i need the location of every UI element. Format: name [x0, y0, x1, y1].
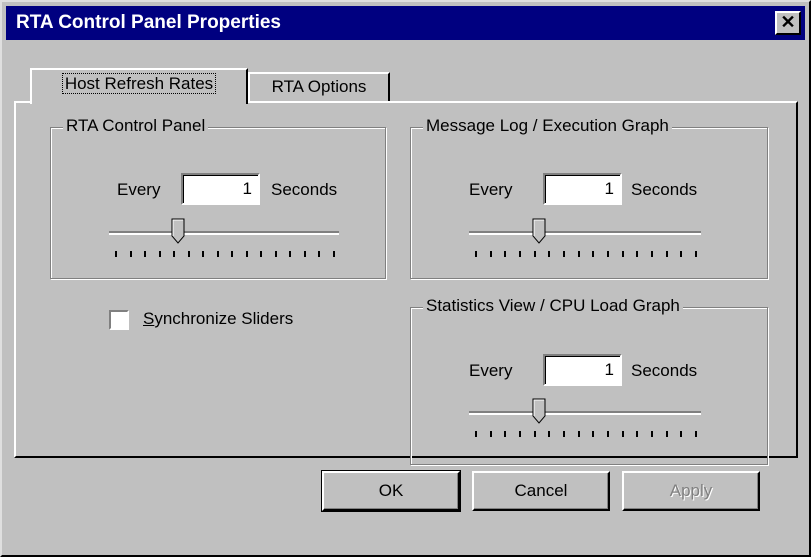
slider-track — [469, 231, 701, 235]
slider-tick — [504, 431, 506, 437]
message-log-slider-thumb[interactable] — [532, 218, 546, 244]
cancel-button[interactable]: Cancel — [472, 471, 610, 511]
every-label: Every — [117, 180, 161, 199]
slider-tick — [695, 431, 697, 437]
slider-tick — [548, 251, 550, 257]
slider-tick — [607, 431, 609, 437]
group-label: RTA Control Panel — [63, 116, 209, 136]
slider-track — [469, 411, 701, 415]
tab-rta-options[interactable]: RTA Options — [248, 72, 390, 101]
slider-tick — [304, 251, 306, 257]
message-log-group: Message Log / Execution Graph Every 1 Se… — [410, 116, 768, 279]
button-label: OK — [378, 481, 404, 500]
slider-tick — [651, 251, 653, 257]
statistics-view-group: Statistics View / CPU Load Graph Every 1… — [410, 296, 768, 465]
slider-tick — [231, 251, 233, 257]
synchronize-sliders-label[interactable]: Synchronize Sliders — [143, 309, 293, 329]
slider-tick — [159, 251, 161, 257]
statistics-view-seconds-input[interactable]: 1 — [543, 354, 622, 386]
tab-host-refresh-rates[interactable]: Host Refresh Rates — [30, 68, 248, 104]
slider-tick — [115, 251, 117, 257]
synchronize-sliders-checkbox[interactable] — [109, 310, 129, 330]
slider-tick — [490, 251, 492, 257]
seconds-label: Seconds — [631, 180, 698, 199]
slider-tick — [666, 431, 668, 437]
window-title: RTA Control Panel Properties — [16, 12, 281, 33]
slider-tick — [260, 251, 262, 257]
slider-tick — [534, 431, 536, 437]
slider-tick — [519, 251, 521, 257]
properties-dialog: RTA Control Panel Properties ✕ Host Refr… — [0, 0, 811, 557]
apply-button[interactable]: Apply — [622, 471, 760, 511]
tab-label: Host Refresh Rates — [61, 73, 217, 94]
every-label: Every — [469, 180, 513, 199]
slider-tick — [563, 431, 565, 437]
title-bar[interactable]: RTA Control Panel Properties ✕ — [6, 6, 805, 40]
ok-button[interactable]: OK — [321, 470, 461, 512]
slider-tick — [475, 431, 477, 437]
group-label: Message Log / Execution Graph — [423, 116, 672, 136]
slider-tick — [289, 251, 291, 257]
slider-tick — [144, 251, 146, 257]
slider-tick — [475, 251, 477, 257]
slider-tick — [318, 251, 320, 257]
message-log-seconds-input[interactable]: 1 — [543, 173, 622, 205]
slider-tick — [202, 251, 204, 257]
group-label: Statistics View / CPU Load Graph — [423, 296, 683, 316]
slider-tick — [592, 251, 594, 257]
label-text: ynchronize Sliders — [154, 309, 294, 328]
slider-tick — [666, 251, 668, 257]
slider-tick — [695, 251, 697, 257]
slider-tick — [548, 431, 550, 437]
slider-tick — [651, 431, 653, 437]
slider-tick — [246, 251, 248, 257]
slider-tick — [490, 431, 492, 437]
slider-tick — [173, 251, 175, 257]
slider-tick — [680, 251, 682, 257]
slider-tick — [607, 251, 609, 257]
slider-tick — [592, 431, 594, 437]
rta-control-panel-seconds-input[interactable]: 1 — [181, 173, 260, 205]
slider-tick — [636, 251, 638, 257]
slider-tick — [636, 431, 638, 437]
every-label: Every — [469, 361, 513, 380]
slider-tick — [504, 251, 506, 257]
slider-tick — [578, 431, 580, 437]
slider-tick — [130, 251, 132, 257]
rta-control-panel-group: RTA Control Panel Every 1 Seconds — [50, 116, 386, 279]
seconds-label: Seconds — [631, 361, 698, 380]
slider-track — [109, 231, 339, 235]
slider-tick — [333, 251, 335, 257]
close-icon: ✕ — [780, 12, 796, 32]
slider-tick — [188, 251, 190, 257]
button-label: Cancel — [514, 481, 568, 500]
rta-control-panel-slider-thumb[interactable] — [171, 218, 185, 244]
slider-tick — [275, 251, 277, 257]
slider-tick — [578, 251, 580, 257]
accelerator-key: S — [143, 309, 155, 328]
slider-tick — [534, 251, 536, 257]
slider-tick — [680, 431, 682, 437]
slider-tick — [217, 251, 219, 257]
statistics-view-slider-thumb[interactable] — [532, 398, 546, 424]
tab-label: RTA Options — [271, 77, 367, 96]
seconds-label: Seconds — [271, 180, 338, 199]
slider-tick — [563, 251, 565, 257]
button-label: Apply — [669, 481, 713, 500]
slider-tick — [622, 251, 624, 257]
slider-tick — [622, 431, 624, 437]
close-button[interactable]: ✕ — [775, 11, 801, 35]
slider-tick — [519, 431, 521, 437]
